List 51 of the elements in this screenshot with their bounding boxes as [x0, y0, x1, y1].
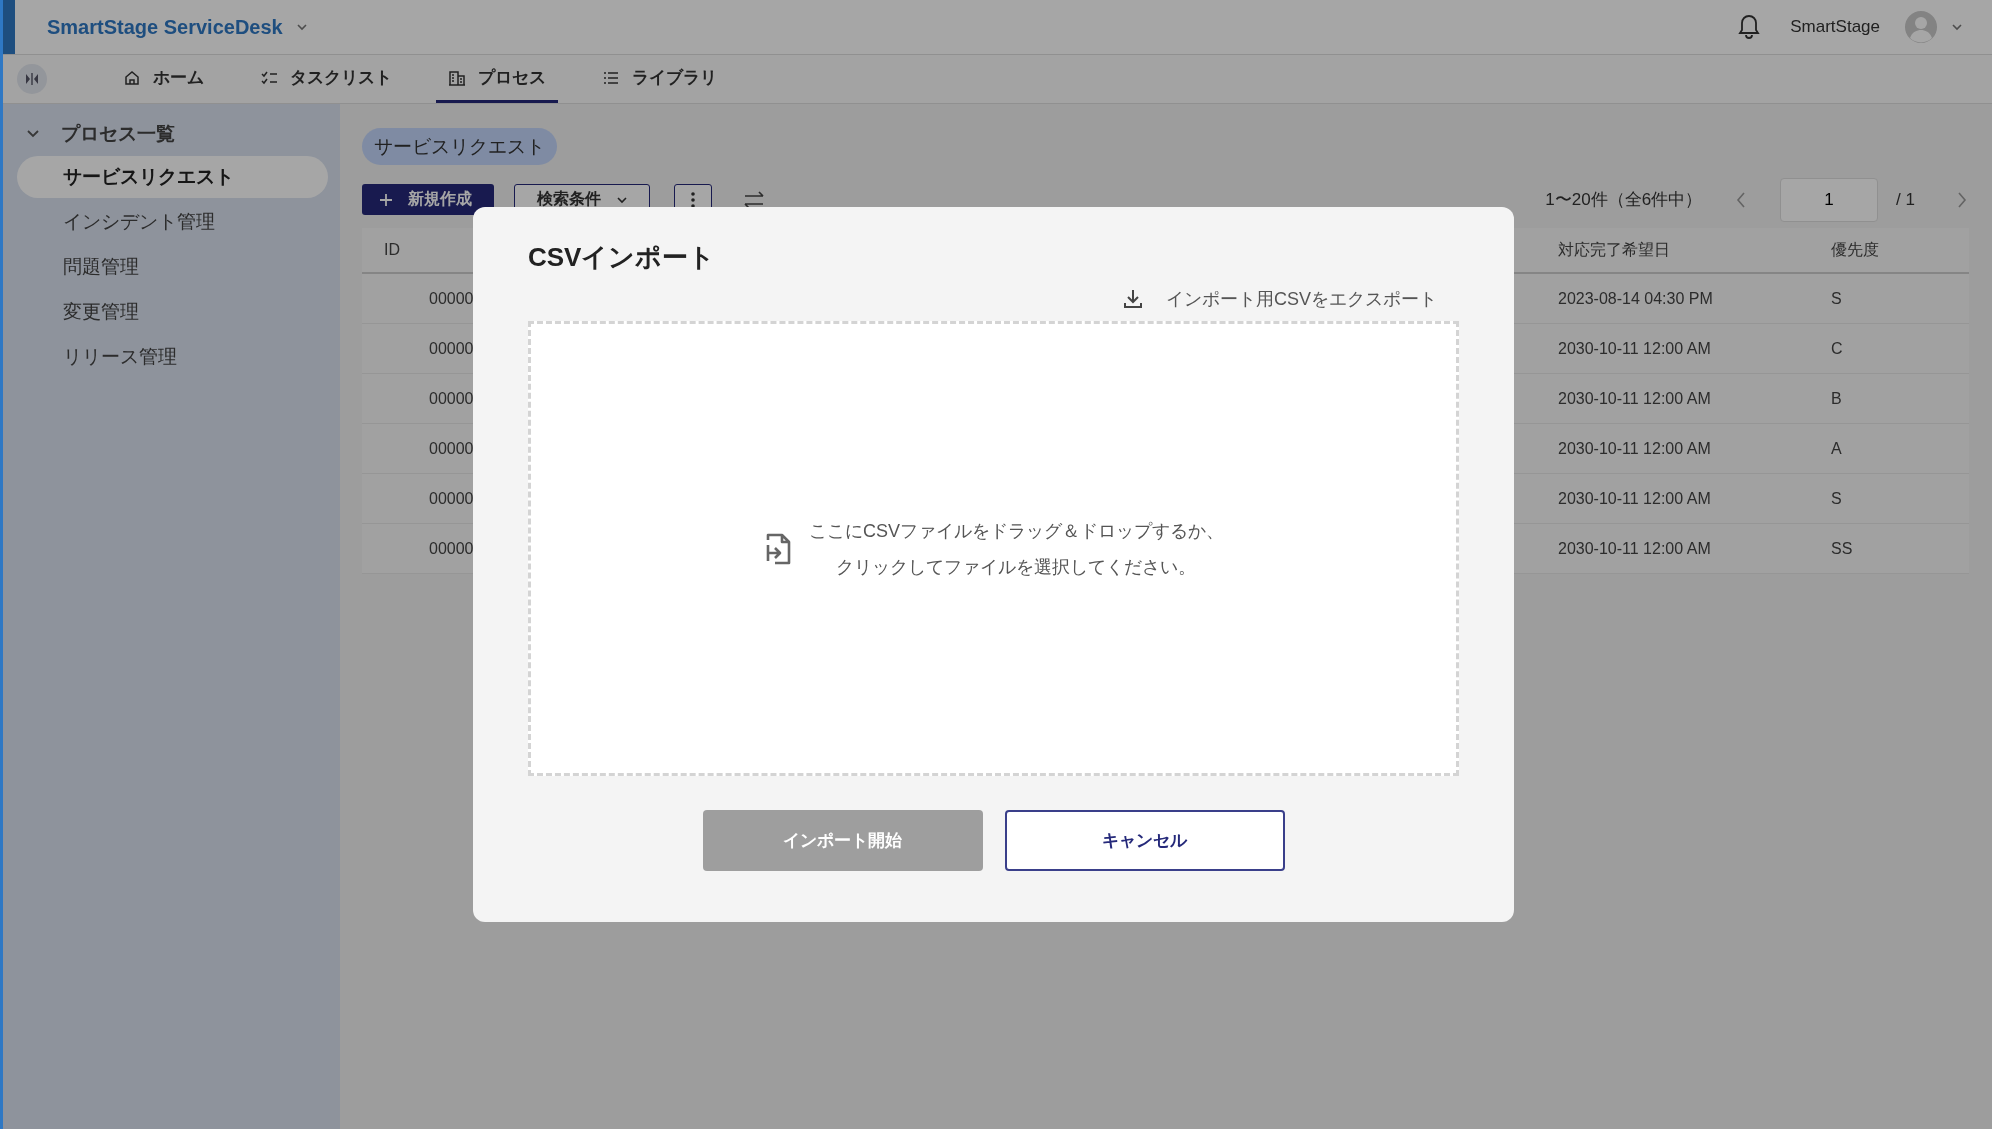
- table-cell-text: 00000: [428, 389, 475, 408]
- column-header: 対応完了希望日: [1558, 239, 1671, 260]
- swap-icon[interactable]: [742, 189, 766, 210]
- bell-icon[interactable]: [1738, 14, 1761, 40]
- nav-tab[interactable]: プロセス: [436, 55, 558, 103]
- new-button[interactable]: 新規作成: [362, 184, 494, 215]
- table-cell-text: B: [1831, 389, 1843, 408]
- sidebar-item[interactable]: サービスリクエスト: [17, 156, 328, 198]
- table-cell-text: SS: [1831, 539, 1854, 558]
- table-cell-text: 00000: [428, 489, 475, 508]
- column-header: ID: [383, 241, 401, 259]
- plus-icon: [378, 191, 394, 208]
- table-cell-text: 00000: [428, 539, 475, 558]
- download-icon[interactable]: [1122, 288, 1144, 310]
- table-cell-text: S: [1831, 289, 1843, 308]
- drop-zone[interactable]: ここにCSVファイルをドラッグ＆ドロップするか、 クリックしてファイルを選択してください。: [528, 321, 1459, 776]
- table-cell-text: 2030-10-11 12:00 AM: [1558, 539, 1712, 558]
- table-cell-text: 2023-08-14 04:30 PM: [1558, 289, 1714, 308]
- sidebar-item[interactable]: 変更管理: [17, 291, 328, 333]
- table-cell-text: S: [1831, 489, 1843, 508]
- table-cell-text: 00000: [428, 339, 475, 358]
- drop-instructions: ここにCSVファイルをドラッグ＆ドロップするか、 クリックしてファイルを選択してください。: [809, 519, 1224, 579]
- result-count: 1〜20件（全6件中）: [1545, 189, 1703, 211]
- page-field[interactable]: 1: [1780, 177, 1879, 222]
- user-name: SmartStage: [1790, 17, 1880, 37]
- dialog-title: CSVインポート: [528, 241, 717, 274]
- table-cell-text: 2030-10-11 12:00 AM: [1558, 339, 1712, 358]
- table-cell-text: 2030-10-11 12:00 AM: [1558, 439, 1712, 458]
- home-icon: [123, 68, 141, 87]
- table-cell-text: C: [1831, 339, 1844, 358]
- cancel-button[interactable]: キャンセル: [1004, 810, 1285, 871]
- breadcrumb-chip[interactable]: サービスリクエスト: [362, 128, 557, 165]
- nav-tab[interactable]: タスクリスト: [248, 55, 404, 103]
- app-title[interactable]: SmartStage ServiceDesk: [47, 15, 283, 39]
- export-link[interactable]: インポート用CSVをエクスポート: [1166, 287, 1437, 311]
- nav-tab[interactable]: ライブラリ: [590, 55, 729, 103]
- sidebar-item[interactable]: 問題管理: [17, 246, 328, 288]
- table-cell-text: 2030-10-11 12:00 AM: [1558, 389, 1712, 408]
- sidebar-item[interactable]: リリース管理: [17, 336, 328, 378]
- sidebar-item[interactable]: インシデント管理: [17, 201, 328, 243]
- building-icon: [448, 68, 466, 87]
- sidebar-group[interactable]: プロセス一覧: [3, 114, 340, 154]
- table-cell-text: A: [1831, 439, 1843, 458]
- more-vertical-icon: [690, 190, 696, 209]
- table-cell-text: 00000: [428, 439, 475, 458]
- column-header: 優先度: [1831, 239, 1880, 260]
- collapse-icon[interactable]: [17, 64, 47, 94]
- table-cell-text: 00000: [428, 289, 475, 308]
- table-cell-text: 2030-10-11 12:00 AM: [1558, 489, 1712, 508]
- nav-tab[interactable]: ホーム: [111, 55, 216, 103]
- page-total: / 1: [1896, 189, 1915, 210]
